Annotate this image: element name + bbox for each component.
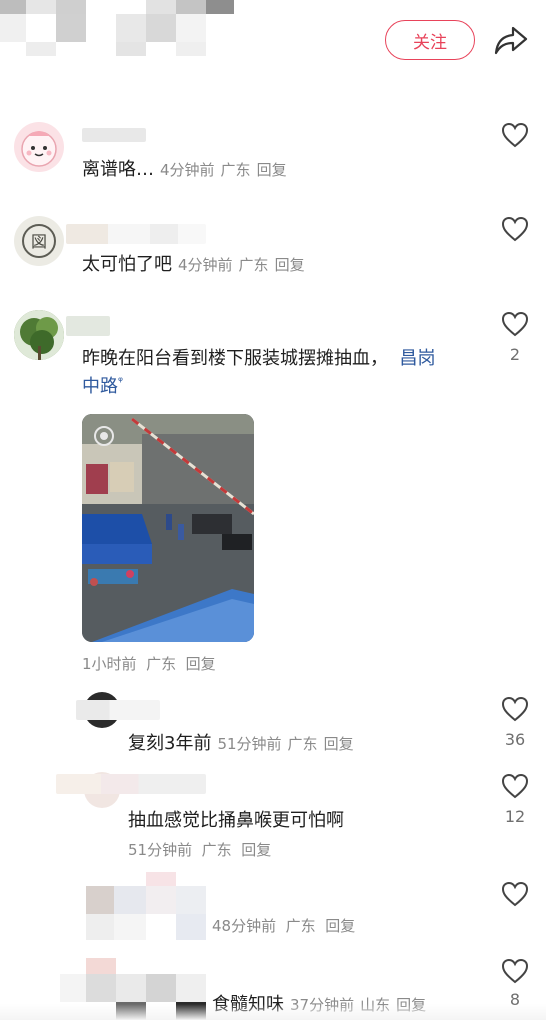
like-count: 36	[504, 730, 526, 749]
follow-button[interactable]: 关注	[385, 20, 475, 60]
like-heart-icon[interactable]	[501, 958, 529, 984]
reply-link[interactable]: 回复	[186, 655, 216, 673]
like-heart-icon[interactable]	[501, 311, 529, 337]
like-heart-icon[interactable]	[501, 773, 529, 799]
blurred-username-mosaic	[0, 0, 235, 58]
blurred-username	[56, 774, 206, 794]
bottom-fade	[0, 1004, 546, 1020]
like-heart-icon[interactable]	[501, 122, 529, 148]
blurred-reply-mosaic	[76, 872, 206, 942]
svg-text:図: 図	[31, 232, 47, 251]
blurred-username	[66, 316, 110, 336]
stamp-avatar[interactable]: 図	[14, 216, 64, 266]
reply-link[interactable]: 回复	[324, 735, 354, 753]
share-arrow-icon[interactable]	[493, 22, 529, 58]
blurred-username	[66, 224, 206, 244]
reply-link[interactable]: 回复	[325, 917, 355, 935]
reply-text: 复刻3年前 51分钟前 广东 回复	[128, 733, 354, 754]
reply-meta: 48分钟前 广东 回复	[212, 917, 356, 935]
location-link[interactable]: 中路	[82, 376, 118, 397]
cartoon-face-avatar[interactable]	[14, 122, 64, 172]
comment-text: 太可怕了吧 4分钟前 广东 回复	[82, 254, 305, 275]
like-count: 2	[509, 345, 521, 364]
reply-link[interactable]: 回复	[241, 841, 271, 859]
comment-text-line2: 中路ᵠ	[82, 372, 123, 398]
like-count: 12	[504, 807, 526, 826]
comment-photo[interactable]	[82, 414, 254, 642]
reply-link[interactable]: 回复	[275, 256, 305, 274]
comment-text: 离谱咯… 4分钟前 广东 回复	[82, 159, 287, 180]
comment-text: 昨晚在阳台看到楼下服装城摆摊抽血， 昌岗	[82, 348, 436, 369]
like-heart-icon[interactable]	[501, 696, 529, 722]
reply-text: 抽血感觉比捅鼻喉更可怕啊	[128, 810, 344, 831]
search-icon: ᵠ	[118, 374, 123, 388]
blurred-username	[76, 700, 160, 720]
blurred-username	[82, 128, 146, 142]
top-bar: 关注	[0, 0, 546, 90]
location-link[interactable]: 昌岗	[399, 348, 435, 369]
reply-meta: 51分钟前 广东 回复	[128, 841, 272, 859]
like-heart-icon[interactable]	[501, 216, 529, 242]
reply-link[interactable]: 回复	[257, 161, 287, 179]
tree-avatar[interactable]	[14, 310, 64, 360]
comment-meta: 1小时前 广东 回复	[82, 655, 216, 673]
like-heart-icon[interactable]	[501, 881, 529, 907]
